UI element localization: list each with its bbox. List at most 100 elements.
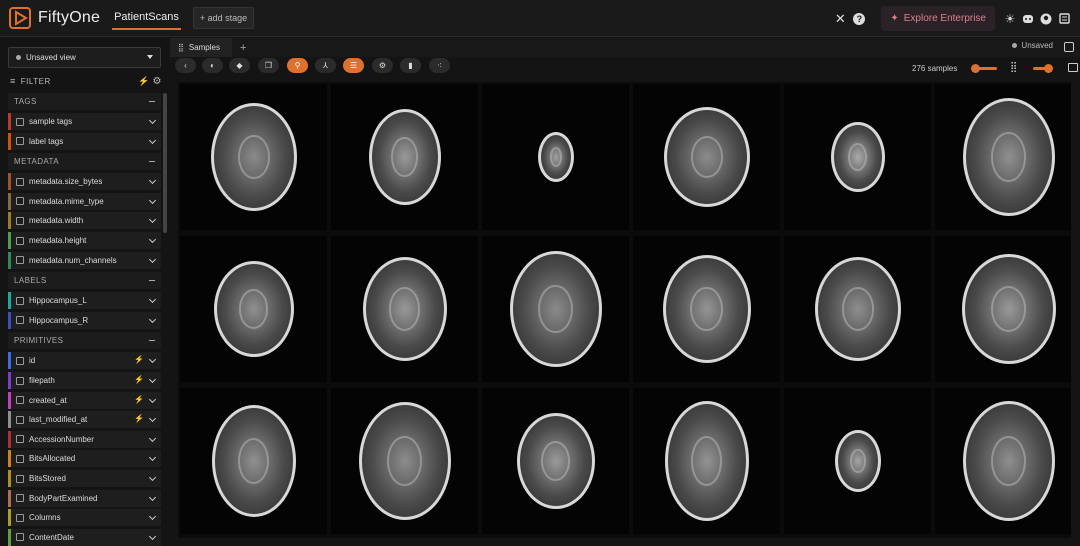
sidebar-field[interactable]: Hippocampus_L <box>8 292 161 310</box>
sample-thumbnail[interactable] <box>482 388 629 534</box>
section-header-tags[interactable]: TAGS <box>8 93 161 110</box>
sidebar-field[interactable]: metadata.width <box>8 212 161 230</box>
collapse-icon[interactable] <box>149 340 155 342</box>
sample-thumbnail[interactable] <box>331 236 478 382</box>
sidebar-field[interactable]: AccessionNumber <box>8 430 161 448</box>
zoom-slider[interactable] <box>971 64 997 73</box>
chevron-down-icon[interactable] <box>148 415 157 423</box>
field-checkbox[interactable] <box>16 376 24 385</box>
grid-scroll-gutter[interactable] <box>1071 82 1080 538</box>
sidebar-field[interactable]: metadata.num_channels <box>8 251 161 269</box>
help-icon[interactable]: ? <box>853 12 866 25</box>
settings-button[interactable]: ⚙ <box>372 58 393 73</box>
bolt-icon[interactable]: ⚡ <box>134 355 144 364</box>
fullscreen-icon[interactable] <box>1068 63 1078 72</box>
similarity-button[interactable]: ⅄ <box>315 58 336 73</box>
sidebar-field[interactable]: last_modified_at ⚡ <box>8 411 161 429</box>
chevron-down-icon[interactable] <box>148 513 157 521</box>
sample-thumbnail[interactable] <box>935 388 1080 534</box>
panel-menu-icon[interactable] <box>1064 42 1074 52</box>
sample-thumbnail[interactable] <box>482 236 629 382</box>
zoom-slider-knob[interactable] <box>971 64 980 73</box>
chevron-down-icon[interactable] <box>148 177 157 185</box>
field-checkbox[interactable] <box>16 256 24 265</box>
chevron-down-icon[interactable] <box>148 493 157 501</box>
sample-thumbnail[interactable] <box>331 84 478 230</box>
field-checkbox[interactable] <box>16 356 24 365</box>
view-selector[interactable]: Unsaved view <box>8 47 161 68</box>
chevron-down-icon[interactable] <box>148 532 157 540</box>
field-checkbox[interactable] <box>16 454 24 463</box>
field-checkbox[interactable] <box>16 494 24 503</box>
chevron-down-icon[interactable] <box>148 315 157 323</box>
sample-thumbnail[interactable] <box>784 84 931 230</box>
chevron-down-icon[interactable] <box>148 296 157 304</box>
field-checkbox[interactable] <box>16 296 24 305</box>
chevron-down-icon[interactable] <box>148 473 157 482</box>
field-checkbox[interactable] <box>16 197 24 206</box>
grid-size-slider-knob[interactable] <box>1044 64 1053 73</box>
sidebar-field[interactable]: BitsStored <box>8 470 161 487</box>
sample-thumbnail[interactable] <box>935 236 1080 382</box>
sample-thumbnail[interactable] <box>784 236 931 382</box>
sample-thumbnail[interactable] <box>935 84 1080 230</box>
github-icon[interactable] <box>1039 12 1053 26</box>
chevron-down-icon[interactable] <box>148 395 157 403</box>
add-panel-button[interactable]: + <box>240 42 246 54</box>
sidebar-field[interactable]: metadata.size_bytes <box>8 173 161 191</box>
field-checkbox[interactable] <box>16 117 24 126</box>
sample-thumbnail[interactable] <box>180 388 327 534</box>
field-checkbox[interactable] <box>16 435 24 444</box>
patches-button[interactable]: ❐ <box>258 58 279 73</box>
bolt-icon[interactable]: ⚡ <box>138 76 150 87</box>
sidebar-scrollbar[interactable] <box>163 93 167 233</box>
back-button[interactable]: ‹ <box>175 58 196 73</box>
dataset-selector[interactable]: PatientScans <box>112 7 181 30</box>
sidebar-field[interactable]: metadata.mime_type <box>8 192 161 210</box>
field-checkbox[interactable] <box>16 216 24 225</box>
sidebar-field[interactable]: BodyPartExamined <box>8 489 161 507</box>
search-button[interactable]: ⚲ <box>287 58 308 73</box>
sample-thumbnail[interactable] <box>784 388 931 534</box>
sidebar-field[interactable]: metadata.height <box>8 232 161 249</box>
field-checkbox[interactable] <box>16 236 24 245</box>
sample-thumbnail[interactable] <box>180 236 327 382</box>
chevron-down-icon[interactable] <box>148 356 157 364</box>
collapse-icon[interactable] <box>149 280 155 282</box>
embeddings-button[interactable]: ⁖ <box>429 58 450 73</box>
sidebar-field[interactable]: Hippocampus_R <box>8 311 161 329</box>
sidebar-field[interactable]: id ⚡ <box>8 352 161 370</box>
explore-enterprise-button[interactable]: ✦ Explore Enterprise <box>881 6 995 31</box>
chevron-down-icon[interactable] <box>148 216 157 224</box>
sidebar-field[interactable]: filepath ⚡ <box>8 372 161 389</box>
list-view-button[interactable]: ☰ <box>343 58 364 73</box>
field-checkbox[interactable] <box>16 396 24 405</box>
theme-toggle-icon[interactable]: ☀ <box>1003 12 1017 26</box>
bolt-icon[interactable]: ⚡ <box>134 414 144 423</box>
chevron-down-icon[interactable] <box>148 454 157 462</box>
sample-thumbnail[interactable] <box>482 84 629 230</box>
field-checkbox[interactable] <box>16 533 24 542</box>
grid-layout-icon[interactable]: ⣿ <box>1010 62 1017 73</box>
clear-icon[interactable]: ✕ <box>833 11 847 26</box>
sample-thumbnail[interactable] <box>180 84 327 230</box>
histogram-button[interactable]: ▮ <box>400 58 421 73</box>
field-checkbox[interactable] <box>16 316 24 325</box>
sidebar-field[interactable]: created_at ⚡ <box>8 391 161 409</box>
sidebar-field[interactable]: label tags <box>8 132 161 150</box>
tag-button[interactable]: ◆ <box>229 58 250 73</box>
docs-icon[interactable] <box>1057 12 1071 26</box>
chevron-down-icon[interactable] <box>148 375 157 384</box>
field-checkbox[interactable] <box>16 415 24 424</box>
bolt-icon[interactable]: ⚡ <box>134 375 144 384</box>
chevron-down-icon[interactable] <box>148 196 157 204</box>
sample-thumbnail[interactable] <box>633 236 780 382</box>
chevron-down-icon[interactable] <box>148 255 157 263</box>
collapse-icon[interactable] <box>149 101 155 102</box>
chevron-down-icon[interactable] <box>148 434 157 442</box>
gear-icon[interactable]: ⚙ <box>153 76 162 87</box>
chevron-down-icon[interactable] <box>148 235 157 244</box>
section-header-labels[interactable]: LABELS <box>8 272 161 290</box>
field-checkbox[interactable] <box>16 177 24 186</box>
sample-thumbnail[interactable] <box>633 84 780 230</box>
